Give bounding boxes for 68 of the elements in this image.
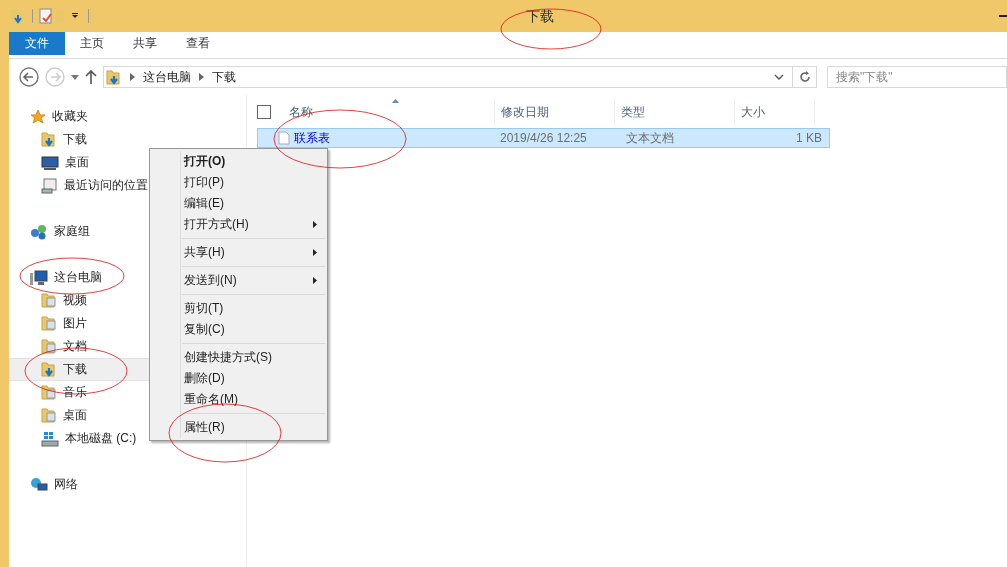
nav-item[interactable]: 网络 — [9, 473, 246, 496]
drive-icon — [41, 430, 59, 447]
address-bar[interactable]: 这台电脑 下载 — [103, 66, 793, 88]
breadcrumb[interactable]: 下载 — [212, 68, 236, 86]
window-title: 下载 — [526, 8, 554, 26]
nav-label: 家庭组 — [54, 223, 90, 240]
nav-label: 图片 — [63, 315, 87, 332]
back-button[interactable] — [19, 67, 39, 87]
nav-item[interactable]: 下载 — [9, 128, 246, 151]
menu-item[interactable]: 打开(O) — [150, 151, 327, 172]
ribbon-tab[interactable]: 查看 — [171, 32, 224, 55]
star-icon — [30, 108, 46, 125]
menu-item[interactable]: 重命名(M) — [150, 389, 327, 410]
breadcrumb[interactable]: 这台电脑 — [143, 68, 191, 86]
search-field[interactable]: 搜索"下载" — [827, 66, 1007, 88]
download-folder-icon — [41, 361, 57, 378]
dropdown-icon[interactable] — [774, 74, 784, 80]
nav-label: 桌面 — [63, 407, 87, 424]
folder-icon — [41, 315, 57, 332]
caret-icon[interactable] — [71, 74, 79, 80]
column-header[interactable]: 大小 — [735, 99, 815, 125]
up-arrow-icon[interactable] — [85, 70, 97, 84]
nav-label: 桌面 — [65, 154, 89, 171]
nav-label: 视频 — [63, 292, 87, 309]
column-header[interactable]: 类型 — [615, 99, 735, 125]
download-folder-icon — [106, 68, 122, 86]
ribbon-tab[interactable]: 文件 — [9, 32, 65, 55]
sort-arrow-icon — [392, 99, 399, 103]
nav-label: 下载 — [63, 361, 87, 378]
ribbon-tab[interactable]: 共享 — [118, 32, 171, 55]
file-type: 文本文档 — [625, 129, 675, 147]
menu-item[interactable]: 发送到(N) — [150, 270, 327, 291]
file-row[interactable]: 联系表 2019/4/26 12:25 文本文档 1 KB — [257, 128, 830, 148]
ribbon-tab[interactable]: 主页 — [65, 32, 118, 55]
recent-places-icon — [41, 177, 58, 194]
file-name: 联系表 — [294, 129, 331, 147]
nav-label: 网络 — [54, 476, 78, 493]
folder-icon — [41, 338, 57, 355]
file-date: 2019/4/26 12:25 — [499, 131, 588, 145]
monitor-icon — [41, 155, 59, 170]
menu-item[interactable]: 打开方式(H) — [150, 214, 327, 235]
menu-item[interactable]: 属性(R) — [150, 417, 327, 438]
nav-label: 本地磁盘 (C:) — [65, 430, 137, 447]
homegroup-icon — [30, 223, 48, 240]
folder-icon — [41, 292, 57, 309]
folder-icon — [41, 384, 57, 401]
network-icon — [30, 476, 48, 493]
refresh-button[interactable] — [793, 66, 817, 88]
folder-icon — [41, 407, 57, 424]
nav-label: 最近访问的位置 — [64, 177, 148, 194]
menu-item[interactable]: 打印(P) — [150, 172, 327, 193]
text-file-icon — [278, 131, 290, 145]
chevron-icon[interactable] — [130, 73, 135, 81]
nav-item[interactable]: 收藏夹 — [9, 105, 246, 128]
nav-label: 收藏夹 — [52, 108, 88, 125]
menu-item[interactable]: 复制(C) — [150, 319, 327, 340]
chevron-icon[interactable] — [199, 73, 204, 81]
nav-label: 这台电脑 — [54, 269, 102, 286]
download-folder-icon — [41, 131, 57, 148]
nav-label: 下载 — [63, 131, 87, 148]
menu-item[interactable]: 共享(H) — [150, 242, 327, 263]
refresh-icon — [798, 71, 811, 83]
file-size: 1 KB — [795, 131, 823, 145]
menu-item[interactable]: 剪切(T) — [150, 298, 327, 319]
computer-icon — [30, 269, 48, 286]
menu-item[interactable]: 编辑(E) — [150, 193, 327, 214]
column-header[interactable]: 修改日期 — [495, 99, 615, 125]
select-all-checkbox[interactable] — [257, 105, 271, 119]
